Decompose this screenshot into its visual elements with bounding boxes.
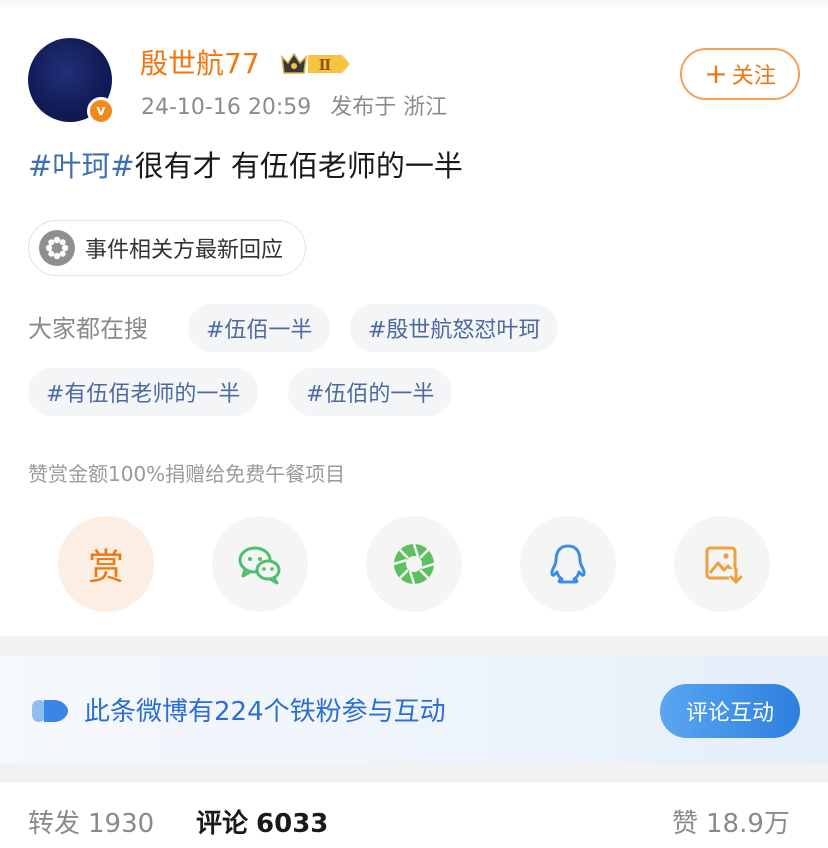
like-label: 赞 — [672, 809, 699, 839]
search-chip[interactable]: #伍佰的一半 — [288, 368, 453, 416]
share-wechat-button[interactable] — [212, 516, 308, 612]
plus-icon: + — [704, 57, 728, 90]
moments-icon — [393, 543, 435, 585]
save-image-button[interactable] — [674, 516, 770, 612]
follow-button[interactable]: + 关注 — [680, 48, 800, 100]
like-count: 18.9万 — [706, 809, 790, 839]
post-region: 发布于 浙江 — [330, 95, 448, 120]
section-divider — [0, 764, 828, 782]
trending-search-label: 大家都在搜 — [28, 315, 148, 343]
post-timestamp: 24-10-16 20:59 — [141, 95, 312, 120]
comment-tab[interactable]: 评论 6033 — [196, 806, 328, 842]
post-body: 很有才 有伍佰老师的一半 — [134, 149, 463, 183]
post-stats-bar: 转发 1930 评论 6033 赞 18.9万 — [0, 782, 828, 848]
comment-interaction-button[interactable]: 评论互动 — [660, 684, 800, 738]
reward-icon: 赏 — [87, 547, 124, 588]
verified-badge-icon: v — [87, 97, 115, 125]
comment-count: 6033 — [256, 809, 329, 839]
repost-count: 1930 — [88, 809, 155, 839]
fans-interaction-text: 此条微博有224个铁粉参与互动 — [84, 697, 446, 727]
hashtag-link[interactable]: #叶珂# — [28, 149, 135, 183]
post-meta: 24-10-16 20:59 发布于 浙江 — [141, 92, 447, 124]
repost-label: 转发 — [28, 809, 81, 839]
wechat-icon — [238, 546, 281, 585]
post-text: #叶珂#很有才 有伍佰老师的一半 — [28, 146, 463, 186]
qq-icon — [550, 544, 586, 584]
top-edge — [0, 0, 828, 10]
reward-button[interactable]: 赏 — [58, 516, 154, 612]
save-image-icon — [705, 546, 743, 585]
search-chip[interactable]: #有伍佰老师的一半 — [28, 368, 259, 416]
search-chip[interactable]: #伍佰一半 — [188, 304, 331, 352]
search-chip[interactable]: #殷世航怒怼叶珂 — [350, 304, 559, 352]
member-crown-badge-icon[interactable]: Ⅱ — [278, 49, 352, 79]
fans-arrow-icon — [32, 700, 68, 722]
reward-note: 赞赏金额100%捐赠给免费午餐项目 — [28, 462, 346, 486]
repost-tab[interactable]: 转发 1930 — [28, 806, 154, 842]
section-divider — [0, 636, 828, 656]
like-tab[interactable]: 赞 18.9万 — [672, 806, 790, 842]
comment-label: 评论 — [196, 809, 249, 839]
event-response-chip[interactable]: 事件相关方最新回应 — [28, 220, 307, 276]
share-qq-button[interactable] — [520, 516, 616, 612]
event-flower-icon — [39, 230, 75, 266]
share-moments-button[interactable] — [366, 516, 462, 612]
follow-label: 关注 — [731, 64, 776, 89]
username[interactable]: 殷世航77 — [140, 44, 260, 84]
event-chip-label: 事件相关方最新回应 — [85, 238, 284, 263]
member-level: Ⅱ — [319, 56, 332, 74]
weibo-post-page: v 殷世航77 Ⅱ 24-10-16 20:59 发布于 浙江 + 关注 #叶珂… — [0, 0, 828, 848]
fans-interaction-banner[interactable]: 此条微博有224个铁粉参与互动 评论互动 — [0, 656, 828, 764]
